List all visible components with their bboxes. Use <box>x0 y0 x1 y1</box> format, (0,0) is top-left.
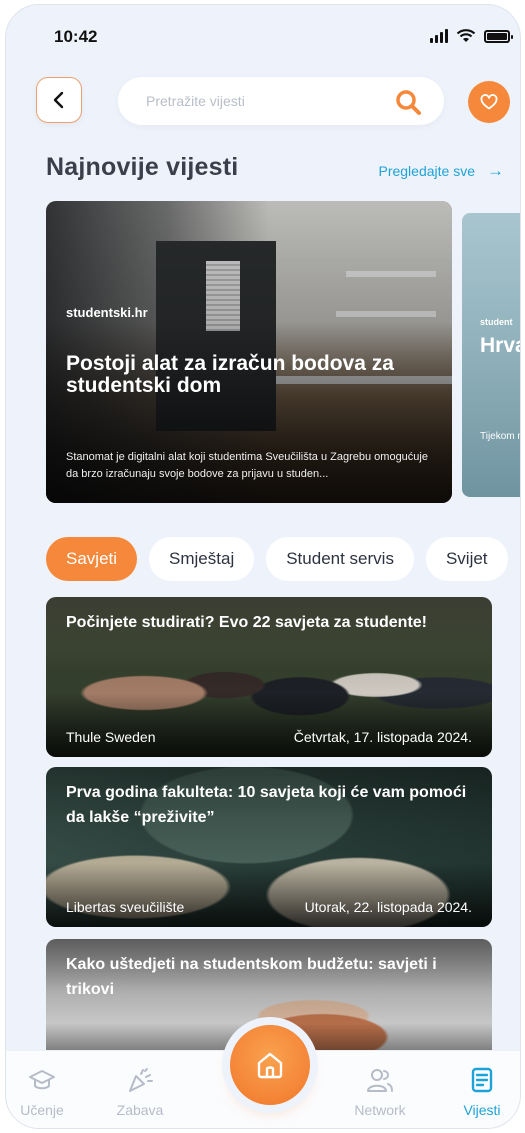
phone-screen: 10:42 Pretražite vijesti Najnovije vijes… <box>5 4 521 1129</box>
party-popper-icon <box>129 1068 153 1092</box>
featured-title: Postoji alat za izračun bodova za studen… <box>66 352 394 398</box>
home-icon <box>257 1052 283 1079</box>
favorites-button[interactable] <box>468 81 510 123</box>
see-all-label: Pregledajte sve <box>378 163 475 179</box>
news-icon <box>471 1067 493 1093</box>
top-bar <box>6 75 520 131</box>
search-input[interactable] <box>146 93 386 109</box>
tab-label: Vijesti <box>463 1102 501 1118</box>
wifi-icon <box>456 29 476 42</box>
featured-source: studentski.hr <box>66 305 148 320</box>
tab-network[interactable]: Network <box>340 1066 420 1118</box>
battery-icon <box>484 29 513 43</box>
article-card[interactable]: Prva godina fakulteta: 10 savjeta koji ć… <box>46 767 492 927</box>
category-chips: Savjeti Smještaj Student servis Svijet <box>46 537 508 581</box>
article-source: Thule Sweden <box>66 729 156 745</box>
tab-vijesti[interactable]: Vijesti <box>442 1066 520 1118</box>
status-time: 10:42 <box>54 27 98 46</box>
featured-title: Hrva sveu nast <box>480 334 520 357</box>
featured-card[interactable]: studentski.hr Postoji alat za izračun bo… <box>46 201 452 503</box>
see-all-link[interactable]: Pregledajte sve → <box>378 161 504 181</box>
chip-smjestaj[interactable]: Smještaj <box>149 537 255 581</box>
article-date: Četvrtak, 17. listopada 2024. <box>293 729 472 745</box>
featured-description: Stanomat je digitalni alat koji studenti… <box>66 451 428 480</box>
search-icon[interactable] <box>394 88 422 116</box>
back-button[interactable] <box>36 77 82 123</box>
status-icons <box>430 29 513 43</box>
arrow-right-icon: → <box>487 161 504 180</box>
graduation-cap-icon <box>29 1070 55 1090</box>
users-icon <box>367 1069 393 1092</box>
chip-savjeti[interactable]: Savjeti <box>46 537 138 581</box>
tab-zabava[interactable]: Zabava <box>100 1066 180 1118</box>
article-title: Kako uštedjeti na studentskom budžetu: s… <box>66 956 437 998</box>
tab-label: Učenje <box>20 1102 64 1118</box>
signal-icon <box>430 29 448 43</box>
article-card[interactable]: Počinjete studirati? Evo 22 savjeta za s… <box>46 597 492 757</box>
chevron-left-icon <box>53 91 64 109</box>
article-source: Libertas sveučilište <box>66 899 185 915</box>
article-date: Utorak, 22. listopada 2024. <box>304 899 472 915</box>
article-title: Počinjete studirati? Evo 22 savjeta za s… <box>66 614 427 631</box>
tab-label: Zabava <box>116 1102 164 1118</box>
featured-description: Tijekom natjecat besplat <box>480 431 520 442</box>
heart-icon <box>480 94 498 110</box>
featured-card-next[interactable]: student Hrva sveu nast Tijekom natjecat … <box>462 213 520 497</box>
status-bar: 10:42 <box>6 25 520 55</box>
article-title: Prva godina fakulteta: 10 savjeta koji ć… <box>66 784 467 826</box>
tab-label: Network <box>354 1102 406 1118</box>
featured-source: student <box>480 317 513 327</box>
section-title: Najnovije vijesti <box>46 153 239 181</box>
home-button[interactable] <box>230 1025 310 1105</box>
search-bar[interactable] <box>118 77 444 125</box>
chip-student-servis[interactable]: Student servis <box>266 537 414 581</box>
tab-ucenje[interactable]: Učenje <box>6 1066 82 1118</box>
chip-svijet[interactable]: Svijet <box>425 537 508 581</box>
latest-news-header: Najnovije vijesti Pregledajte sve → <box>46 153 504 187</box>
